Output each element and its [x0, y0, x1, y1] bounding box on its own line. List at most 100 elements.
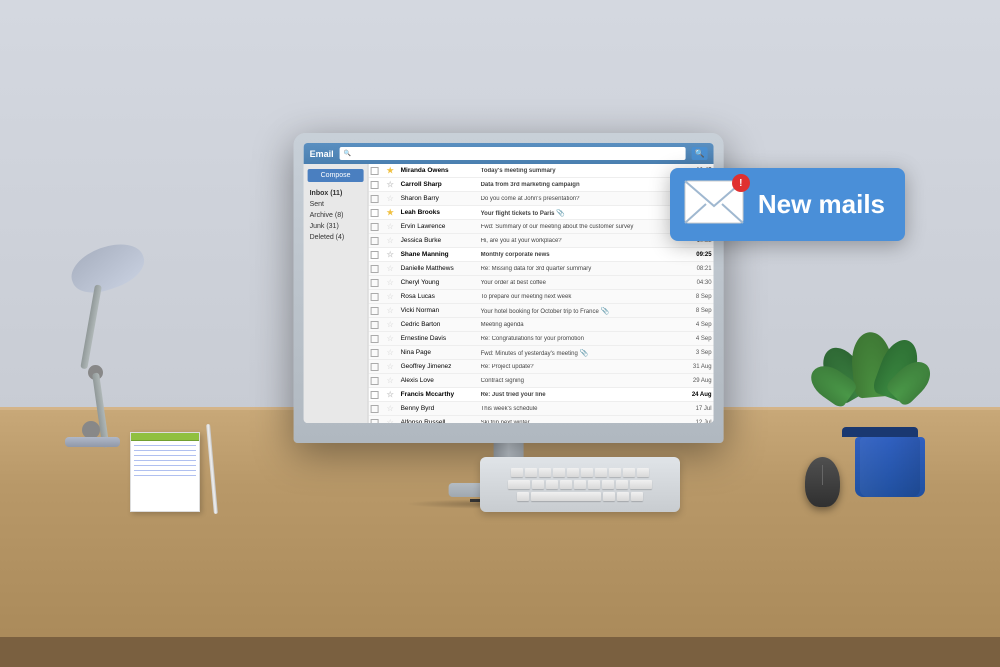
email-row[interactable]: ☆ Shane Manning Monthly corporate news 0…	[369, 248, 714, 262]
email-subject: Data from 3rd marketing campaign	[481, 182, 672, 188]
email-row[interactable]: ☆ Nina Page Fwd: Minutes of yesterday's …	[369, 346, 714, 360]
email-subject: Fwd: Summary of our meeting about the cu…	[481, 224, 672, 230]
star-icon[interactable]: ☆	[387, 390, 401, 399]
email-time: 4 Sep	[672, 336, 712, 342]
email-row[interactable]: ☆ Sharon Barry Do you come at John's pre…	[369, 192, 714, 206]
key	[603, 492, 615, 501]
email-time: 09:25	[672, 252, 712, 258]
star-icon[interactable]: ☆	[387, 320, 401, 329]
email-subject: To prepare our meeting next week	[481, 294, 672, 300]
sidebar-item-inbox[interactable]: Inbox (11)	[308, 188, 364, 199]
email-time: 4 Sep	[672, 322, 712, 328]
email-subject: Re: Missing data for 3rd quarter summary	[481, 266, 672, 272]
email-row[interactable]: ☆ Carroll Sharp Data from 3rd marketing …	[369, 178, 714, 192]
star-icon[interactable]: ☆	[387, 334, 401, 343]
email-checkbox[interactable]	[371, 181, 379, 189]
email-row[interactable]: ☆ Geoffrey Jimenez Re: Project update? 3…	[369, 360, 714, 374]
email-subject: Hi, are you at your workplace?	[481, 238, 672, 244]
email-row[interactable]: ☆ Francis Mccarthy Re: Just tried your l…	[369, 388, 714, 402]
email-checkbox[interactable]	[371, 419, 379, 424]
star-icon[interactable]: ☆	[387, 222, 401, 231]
star-icon[interactable]: ☆	[387, 236, 401, 245]
email-time: 31 Aug	[672, 364, 712, 370]
attachment-icon: 📎	[579, 350, 588, 357]
email-checkbox[interactable]	[371, 377, 379, 385]
email-checkbox[interactable]	[371, 293, 379, 301]
email-time: 8 Sep	[672, 308, 712, 314]
email-checkbox[interactable]	[371, 195, 379, 203]
email-row[interactable]: ☆ Rosa Lucas To prepare our meeting next…	[369, 290, 714, 304]
email-checkbox[interactable]	[371, 223, 379, 231]
email-row[interactable]: ★ Miranda Owens Today's meeting summary …	[369, 164, 714, 178]
email-row[interactable]: ☆ Danielle Matthews Re: Missing data for…	[369, 262, 714, 276]
email-from: Vicki Norman	[401, 307, 481, 314]
sidebar-item-archive[interactable]: Archive (8)	[308, 210, 364, 221]
sidebar-item-junk[interactable]: Junk (31)	[308, 221, 364, 232]
search-bar[interactable]: 🔍	[340, 147, 686, 160]
email-row[interactable]: ☆ Ervin Lawrence Fwd: Summary of our mee…	[369, 220, 714, 234]
email-from: Francis Mccarthy	[401, 391, 481, 398]
email-checkbox[interactable]	[371, 237, 379, 245]
star-icon[interactable]: ☆	[387, 292, 401, 301]
star-icon[interactable]: ☆	[387, 418, 401, 423]
star-icon[interactable]: ☆	[387, 348, 401, 357]
email-row[interactable]: ☆ Ernestine Davis Re: Congratulations fo…	[369, 332, 714, 346]
key	[517, 492, 529, 501]
key	[567, 468, 579, 477]
email-time: 17 Jul	[672, 406, 712, 412]
email-row[interactable]: ☆ Jessica Burke Hi, are you at your work…	[369, 234, 714, 248]
email-checkbox[interactable]	[371, 391, 379, 399]
search-button[interactable]: 🔍	[692, 147, 708, 160]
email-checkbox[interactable]	[371, 405, 379, 413]
email-time: 3 Sep	[672, 350, 712, 356]
star-icon[interactable]: ☆	[387, 180, 401, 189]
email-checkbox[interactable]	[371, 265, 379, 273]
email-row[interactable]: ☆ Alexis Love Contract signing 29 Aug	[369, 374, 714, 388]
star-icon[interactable]: ★	[387, 166, 401, 175]
email-checkbox[interactable]	[371, 307, 379, 315]
key	[581, 468, 593, 477]
email-checkbox[interactable]	[371, 335, 379, 343]
plant-pot	[855, 437, 925, 497]
email-row[interactable]: ☆ Alfonso Russell Ski trip next winter 1…	[369, 416, 714, 423]
email-subject: Re: Congratulations for your promotion	[481, 336, 672, 342]
monitor: Email 🔍 🔍 Compose Inbox (11) Sent Archiv…	[294, 133, 724, 497]
email-row[interactable]: ☆ Vicki Norman Your hotel booking for Oc…	[369, 304, 714, 318]
email-checkbox[interactable]	[371, 349, 379, 357]
star-icon[interactable]: ☆	[387, 404, 401, 413]
email-row[interactable]: ☆ Cheryl Young Your order at best coffee…	[369, 276, 714, 290]
email-checkbox[interactable]	[371, 167, 379, 175]
email-checkbox[interactable]	[371, 251, 379, 259]
star-icon[interactable]: ☆	[387, 278, 401, 287]
email-row[interactable]: ☆ Cedric Barton Meeting agenda 4 Sep	[369, 318, 714, 332]
monitor-body: Email 🔍 🔍 Compose Inbox (11) Sent Archiv…	[294, 133, 724, 443]
star-icon[interactable]: ☆	[387, 362, 401, 371]
star-icon[interactable]: ☆	[387, 376, 401, 385]
sidebar-item-sent[interactable]: Sent	[308, 199, 364, 210]
email-from: Jessica Burke	[401, 237, 481, 244]
email-time: 08:21	[672, 266, 712, 272]
email-from: Ervin Lawrence	[401, 223, 481, 230]
email-checkbox[interactable]	[371, 363, 379, 371]
attachment-icon: 📎	[556, 210, 565, 217]
email-checkbox[interactable]	[371, 321, 379, 329]
compose-button[interactable]: Compose	[308, 169, 364, 182]
email-checkbox[interactable]	[371, 279, 379, 287]
email-row[interactable]: ☆ Benny Byrd This week's schedule 17 Jul	[369, 402, 714, 416]
email-from: Nina Page	[401, 349, 481, 356]
key	[623, 468, 635, 477]
email-row[interactable]: ★ Leah Brooks Your flight tickets to Par…	[369, 206, 714, 220]
key	[546, 480, 558, 489]
email-from: Ernestine Davis	[401, 335, 481, 342]
star-icon[interactable]: ★	[387, 208, 401, 217]
star-icon[interactable]: ☆	[387, 194, 401, 203]
sidebar-item-deleted[interactable]: Deleted (4)	[308, 232, 364, 243]
notification-popup: ! New mails	[670, 168, 905, 241]
star-icon[interactable]: ☆	[387, 250, 401, 259]
email-checkbox[interactable]	[371, 209, 379, 217]
star-icon[interactable]: ☆	[387, 306, 401, 315]
email-subject: Your flight tickets to Paris 📎	[481, 209, 672, 217]
key	[539, 468, 551, 477]
star-icon[interactable]: ☆	[387, 264, 401, 273]
notepad-binding	[131, 433, 199, 441]
